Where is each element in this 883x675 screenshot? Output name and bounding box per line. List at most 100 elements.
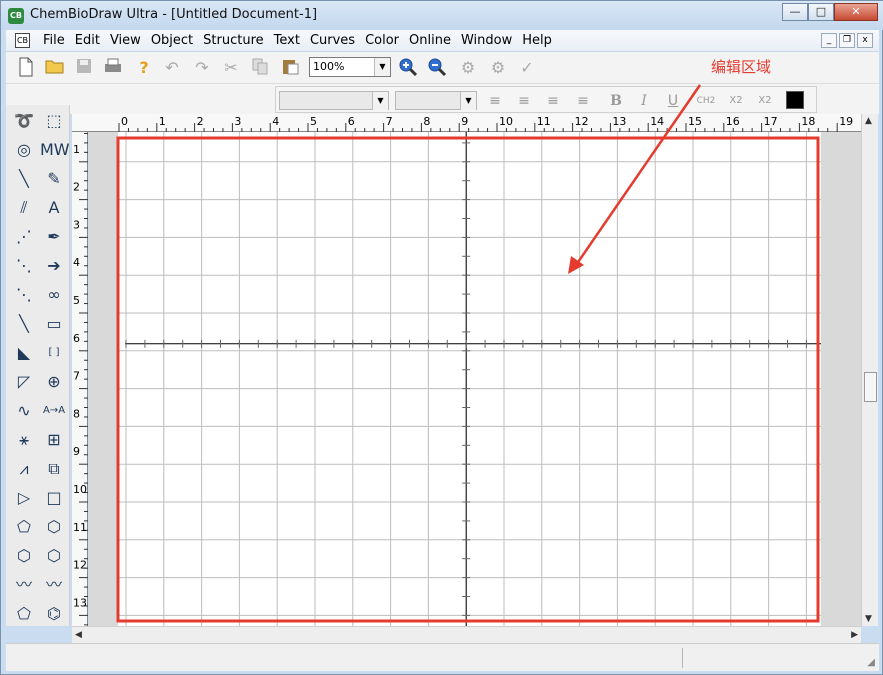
chevron-down-icon[interactable]: ▼ [374,58,390,76]
align-left-icon[interactable]: ≡ [484,91,506,111]
menu-view[interactable]: View [105,33,146,48]
ruler-label: 2 [73,181,80,194]
menu-file[interactable]: File [38,33,70,48]
font-size-select[interactable]: ▼ [395,91,477,110]
document-controls: _ ❐ x [821,33,873,48]
cyclopentane-icon[interactable]: ⬠ [10,513,38,541]
drawing-canvas[interactable] [89,132,861,626]
wavy-bond-icon[interactable]: ∿ [10,397,38,425]
scroll-down-icon[interactable]: ▼ [865,614,872,624]
open-icon[interactable] [44,57,66,79]
align-center-icon[interactable]: ≡ [513,91,535,111]
minimize-button[interactable]: — [782,3,808,21]
text-icon[interactable]: A [40,194,68,222]
maximize-button[interactable]: □ [808,3,834,21]
cyclohexane-chair-icon[interactable]: ⬡ [10,542,38,570]
scroll-up-icon[interactable]: ▲ [865,116,872,126]
marquee-icon[interactable]: ⬚ [40,107,68,135]
window-controls: — □ ✕ [782,3,878,23]
redo-icon[interactable]: ↷ [191,57,213,79]
cyclopentadiene-icon[interactable]: ⬠ [10,600,38,628]
help-icon[interactable]: ? [133,57,155,79]
italic-button[interactable]: I [633,91,655,111]
subscript-button[interactable]: X2 [725,91,747,111]
cyclopropane-icon[interactable]: ▷ [10,484,38,512]
hashed-bond-icon[interactable]: ⋱ [10,252,38,280]
chevron-down-icon[interactable]: ▼ [372,92,388,110]
scroll-left-icon[interactable]: ◀ [75,630,82,640]
menu-curves[interactable]: Curves [305,33,360,48]
wedge-bond-icon[interactable]: ◣ [10,339,38,367]
bold-bond-icon[interactable]: ╲ [10,310,38,338]
cyclohexane-chair-2-icon[interactable]: 〰 [10,571,38,599]
close-button[interactable]: ✕ [834,3,878,21]
align-right-icon[interactable]: ≡ [542,91,564,111]
arrow-icon[interactable]: ➔ [40,252,68,280]
structure-check-icon[interactable]: ⚙ [457,57,479,79]
orbital-icon[interactable]: ∞ [40,281,68,309]
horizontal-scrollbar[interactable]: ◀ ▶ [72,626,861,643]
resize-grip-icon[interactable]: ◢ [867,657,875,668]
ruler-label: 0 [121,115,128,128]
menu-object[interactable]: Object [146,33,198,48]
justify-icon[interactable]: ≡ [572,91,594,111]
copy-icon[interactable] [249,57,271,79]
cyclohexane-icon[interactable]: ⬡ [40,513,68,541]
hollow-wedge-icon[interactable]: ◸ [10,368,38,396]
tlc-icon[interactable]: ⩘ [10,455,38,483]
multiple-bond-icon[interactable]: ⫽ [10,194,38,222]
zoom-select[interactable]: 100% ▼ [309,57,391,77]
doc-close-button[interactable]: x [857,33,873,48]
lasso-icon[interactable]: ➰ [10,107,38,135]
menu-structure[interactable]: Structure [198,33,268,48]
vertical-scrollbar[interactable]: ▲ ▼ [861,114,878,626]
document-icon[interactable]: CB [15,33,30,48]
rotate-icon[interactable]: ◎ [10,136,38,164]
bracket-icon[interactable]: [ ] [40,339,68,367]
font-select[interactable]: ▼ [279,91,389,110]
table-icon[interactable]: ⊞ [40,426,68,454]
templates-icon[interactable]: ⧉ [40,455,68,483]
cyclobutane-icon[interactable]: □ [40,484,68,512]
mass-fragment-icon[interactable]: MW [40,136,70,164]
scroll-right-icon[interactable]: ▶ [851,630,858,640]
color-swatch[interactable] [786,91,804,109]
cycloheptane-icon[interactable]: ⬡ [40,542,68,570]
doc-minimize-button[interactable]: _ [821,33,837,48]
chemical-symbol-icon[interactable]: ⊕ [40,368,68,396]
cyclooctane-icon[interactable]: 〰 [40,571,68,599]
save-icon[interactable] [73,57,95,79]
formula-button[interactable]: CH2 [693,91,719,111]
menu-edit[interactable]: Edit [70,33,105,48]
menu-online[interactable]: Online [404,33,456,48]
menu-color[interactable]: Color [360,33,404,48]
superscript-button[interactable]: X2 [754,91,776,111]
structure-clean-icon[interactable]: ⚙ [487,57,509,79]
menu-help[interactable]: Help [517,33,557,48]
chain-icon[interactable]: ⚹ [10,426,38,454]
menu-window[interactable]: Window [456,33,517,48]
vertical-scroll-thumb[interactable] [864,372,877,402]
bold-button[interactable]: B [605,91,627,111]
chevron-down-icon[interactable]: ▼ [460,92,476,110]
paste-icon[interactable] [279,57,301,79]
pen-icon[interactable]: ✒ [40,223,68,251]
doc-restore-button[interactable]: ❐ [839,33,855,48]
print-icon[interactable] [102,57,124,79]
drawing-element-icon[interactable]: ▭ [40,310,68,338]
ruler-label: 11 [73,521,87,534]
query-icon[interactable]: A→A [40,397,68,425]
underline-button[interactable]: U [662,91,684,111]
cut-icon[interactable]: ✂ [220,57,242,79]
benzene-icon[interactable]: ⌬ [40,600,68,628]
checkmark-icon[interactable]: ✓ [516,57,538,79]
new-icon[interactable] [15,57,37,79]
eraser-icon[interactable]: ✎ [40,165,68,193]
solid-bond-icon[interactable]: ╲ [10,165,38,193]
zoom-in-icon[interactable] [397,57,419,79]
dashed-bond-icon[interactable]: ⋰ [10,223,38,251]
zoom-out-icon[interactable] [426,57,448,79]
hashed-wedge-icon[interactable]: ⋱ [10,281,38,309]
undo-icon[interactable]: ↶ [161,57,183,79]
menu-text[interactable]: Text [269,33,305,48]
